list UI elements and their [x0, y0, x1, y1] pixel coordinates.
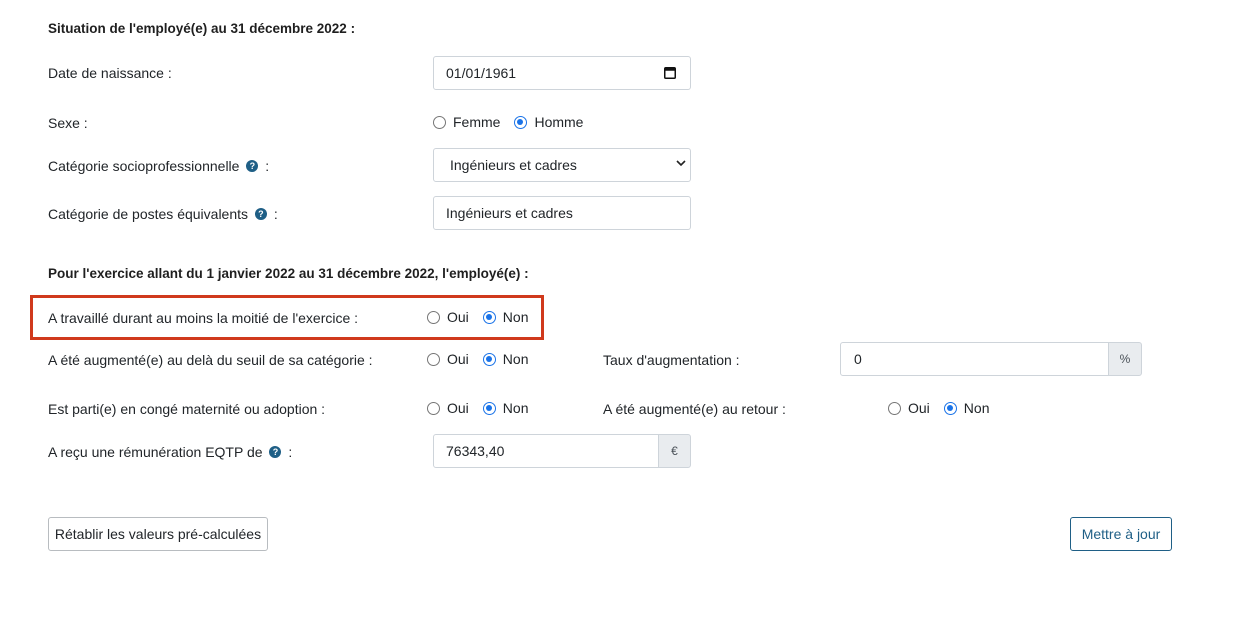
poste-input[interactable]: Ingénieurs et cadres — [433, 196, 691, 230]
maternity-option-oui[interactable]: Oui — [427, 400, 469, 416]
help-icon[interactable]: ? — [246, 160, 259, 173]
csp-selected-value: Ingénieurs et cadres — [450, 157, 577, 173]
sex-option-homme[interactable]: Homme — [514, 114, 583, 130]
radio-non[interactable] — [482, 310, 496, 324]
calendar-icon[interactable] — [664, 66, 676, 79]
eqtp-label-suffix: : — [288, 444, 293, 460]
eqtp-value: 76343,40 — [446, 443, 505, 459]
section-heading-exercice: Pour l'exercice allant du 1 janvier 2022… — [48, 266, 529, 281]
csp-select[interactable]: Ingénieurs et cadres — [433, 148, 691, 182]
eqtp-input[interactable]: 76343,40 — [433, 434, 659, 468]
worked-half-option-non[interactable]: Non — [482, 309, 529, 325]
raised-option-oui[interactable]: Oui — [427, 351, 469, 367]
radio-non[interactable] — [943, 401, 957, 415]
worked-half-radio-group: Oui Non — [427, 309, 542, 325]
percent-addon: % — [1108, 342, 1142, 376]
worked-half-label: A travaillé durant au moins la moitié de… — [48, 310, 359, 326]
poste-value: Ingénieurs et cadres — [446, 205, 573, 221]
birthdate-label: Date de naissance : — [48, 65, 172, 81]
sex-label: Sexe : — [48, 115, 88, 131]
radio-label-non: Non — [502, 309, 529, 325]
raised-return-radio-group: Oui Non — [888, 400, 1003, 416]
radio-label-non: Non — [963, 400, 990, 416]
eqtp-label: A reçu une rémunération EQTP de ? : — [48, 444, 292, 460]
radio-non[interactable] — [482, 401, 496, 415]
birthdate-value: 01/01/1961 — [446, 65, 517, 81]
radio-femme[interactable] — [433, 115, 446, 129]
csp-label-text: Catégorie socioprofessionnelle — [48, 158, 240, 174]
radio-oui[interactable] — [427, 310, 440, 324]
raised-return-option-oui[interactable]: Oui — [888, 400, 930, 416]
raised-radio-group: Oui Non — [427, 351, 542, 367]
radio-label-oui: Oui — [447, 400, 469, 416]
eqtp-label-text: A reçu une rémunération EQTP de — [48, 444, 263, 460]
worked-half-option-oui[interactable]: Oui — [427, 309, 469, 325]
sex-option-femme[interactable]: Femme — [433, 114, 500, 130]
radio-oui[interactable] — [888, 401, 901, 415]
poste-label-suffix: : — [273, 206, 278, 222]
raised-label: A été augmenté(e) au delà du seuil de sa… — [48, 352, 373, 368]
raised-return-option-non[interactable]: Non — [943, 400, 990, 416]
maternity-option-non[interactable]: Non — [482, 400, 529, 416]
radio-oui[interactable] — [427, 401, 440, 415]
help-icon[interactable]: ? — [269, 446, 282, 459]
raise-rate-label: Taux d'augmentation : — [603, 352, 740, 368]
birthdate-input[interactable]: 01/01/1961 — [433, 56, 691, 90]
section-heading-situation: Situation de l'employé(e) au 31 décembre… — [48, 21, 356, 36]
euro-addon: € — [658, 434, 691, 468]
update-button[interactable]: Mettre à jour — [1070, 517, 1172, 551]
radio-oui[interactable] — [427, 352, 440, 366]
maternity-radio-group: Oui Non — [427, 400, 542, 416]
radio-homme[interactable] — [514, 115, 528, 129]
poste-label-text: Catégorie de postes équivalents — [48, 206, 249, 222]
help-icon[interactable]: ? — [254, 208, 267, 221]
reset-values-button[interactable]: Rétablir les valeurs pré-calculées — [48, 517, 268, 551]
maternity-label: Est parti(e) en congé maternité ou adopt… — [48, 401, 326, 417]
raise-rate-value: 0 — [854, 351, 862, 367]
raise-rate-input[interactable]: 0 — [840, 342, 1110, 376]
csp-label: Catégorie socioprofessionnelle ? : — [48, 158, 269, 174]
raised-option-non[interactable]: Non — [482, 351, 529, 367]
radio-label-non: Non — [502, 400, 529, 416]
radio-label-oui: Oui — [908, 400, 930, 416]
radio-label-oui: Oui — [447, 309, 469, 325]
chevron-down-icon — [676, 160, 686, 167]
radio-label-homme: Homme — [534, 114, 584, 130]
raised-return-label: A été augmenté(e) au retour : — [603, 401, 786, 417]
radio-label-oui: Oui — [447, 351, 469, 367]
radio-non[interactable] — [482, 352, 496, 366]
sex-radio-group: Femme Homme — [433, 114, 597, 130]
radio-label-femme: Femme — [453, 114, 501, 130]
csp-label-suffix: : — [265, 158, 270, 174]
radio-label-non: Non — [502, 351, 529, 367]
poste-label: Catégorie de postes équivalents ? : — [48, 206, 278, 222]
